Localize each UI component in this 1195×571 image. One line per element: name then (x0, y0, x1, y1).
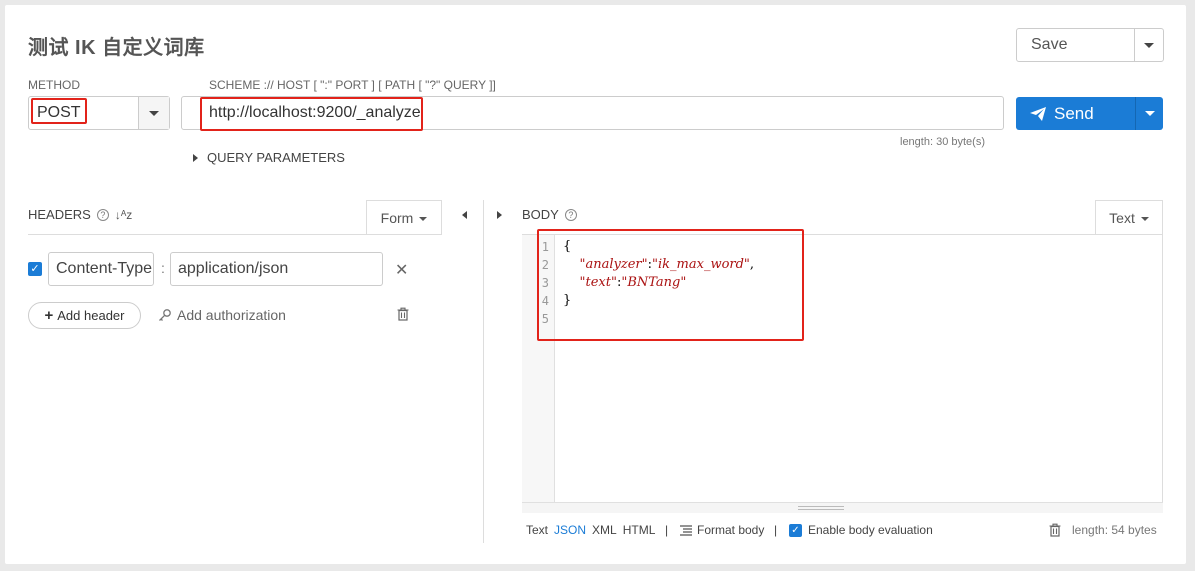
method-dropdown-button[interactable] (138, 97, 169, 129)
format-tab-json[interactable]: JSON (554, 523, 586, 537)
format-body-label: Format body (697, 523, 765, 537)
body-format-tabs: Text JSON XML HTML (526, 523, 655, 537)
highlight-box-method (31, 98, 87, 124)
save-dropdown-button[interactable] (1134, 29, 1163, 61)
send-dropdown-button[interactable] (1135, 97, 1163, 130)
help-icon[interactable]: ? (564, 208, 577, 221)
plus-icon: + (44, 307, 54, 324)
chevron-left-icon (462, 211, 467, 219)
url-length: length: 30 byte(s) (900, 136, 985, 148)
panel-divider[interactable] (483, 200, 484, 543)
add-authorization-link[interactable]: Add authorization (158, 307, 286, 323)
format-lines-icon (680, 524, 692, 536)
format-tab-xml[interactable]: XML (592, 523, 617, 537)
method-label: METHOD (28, 78, 80, 92)
expand-body-button[interactable] (497, 211, 502, 219)
chevron-down-icon (1144, 111, 1155, 116)
header-enabled-checkbox[interactable]: ✓ (28, 262, 42, 276)
chevron-down-icon (1140, 217, 1149, 221)
remove-header-icon[interactable]: ✕ (395, 260, 408, 280)
key-icon (159, 309, 171, 321)
save-button-group[interactable]: Save (1016, 28, 1164, 62)
enable-body-evaluation-label: Enable body evaluation (808, 523, 933, 537)
footer-separator: | (774, 523, 778, 537)
sort-icon[interactable]: ↓ᴬz (115, 208, 132, 222)
trash-icon[interactable] (1049, 523, 1061, 542)
headers-heading: HEADERS ? ↓ᴬz (28, 207, 132, 222)
help-icon[interactable]: ? (96, 208, 109, 221)
form-label: Form (380, 210, 414, 226)
chevron-down-icon (419, 217, 428, 221)
query-parameters-label: QUERY PARAMETERS (207, 150, 345, 165)
format-tab-html[interactable]: HTML (623, 523, 656, 537)
format-body-button[interactable]: Format body (680, 523, 764, 537)
trash-icon[interactable] (397, 307, 409, 326)
chevron-right-icon (497, 211, 502, 219)
enable-body-evaluation-toggle[interactable]: ✓ Enable body evaluation (789, 523, 933, 537)
form-mode-dropdown[interactable]: Form (366, 200, 442, 235)
save-button[interactable]: Save (1017, 29, 1134, 61)
add-header-button[interactable]: + Add header (28, 302, 141, 329)
paper-plane-icon (1030, 106, 1046, 121)
chevron-down-icon (149, 110, 159, 116)
headers-title: HEADERS (28, 207, 91, 222)
header-separator: : (161, 260, 165, 276)
format-tab-text[interactable]: Text (526, 523, 548, 537)
header-value-input[interactable]: application/json (170, 252, 383, 286)
query-parameters-toggle[interactable]: QUERY PARAMETERS (193, 150, 345, 165)
send-button[interactable]: Send (1016, 97, 1135, 130)
header-name-input[interactable]: Content-Type (48, 252, 154, 286)
text-mode-label: Text (1109, 210, 1135, 226)
add-authorization-label: Add authorization (177, 307, 286, 323)
highlight-box-body (537, 229, 804, 341)
send-button-group[interactable]: Send (1016, 97, 1163, 130)
body-heading: BODY ? (522, 207, 577, 222)
headers-divider (28, 234, 442, 235)
body-length: length: 54 bytes (1072, 523, 1157, 537)
chevron-right-icon (193, 153, 198, 162)
add-header-label: Add header (57, 308, 125, 323)
collapse-headers-button[interactable] (462, 211, 467, 219)
body-mode-dropdown[interactable]: Text (1095, 200, 1163, 235)
url-format-label: SCHEME :// HOST [ ":" PORT ] [ PATH [ "?… (209, 78, 496, 92)
send-label: Send (1054, 103, 1094, 123)
body-title: BODY (522, 207, 559, 222)
page-title: 测试 IK 自定义词库 (28, 37, 205, 59)
highlight-box-url (200, 97, 423, 131)
resize-grip-icon[interactable] (798, 506, 844, 510)
enable-body-evaluation-checkbox[interactable]: ✓ (789, 523, 802, 537)
footer-separator: | (665, 523, 669, 537)
chevron-down-icon (1144, 42, 1154, 48)
